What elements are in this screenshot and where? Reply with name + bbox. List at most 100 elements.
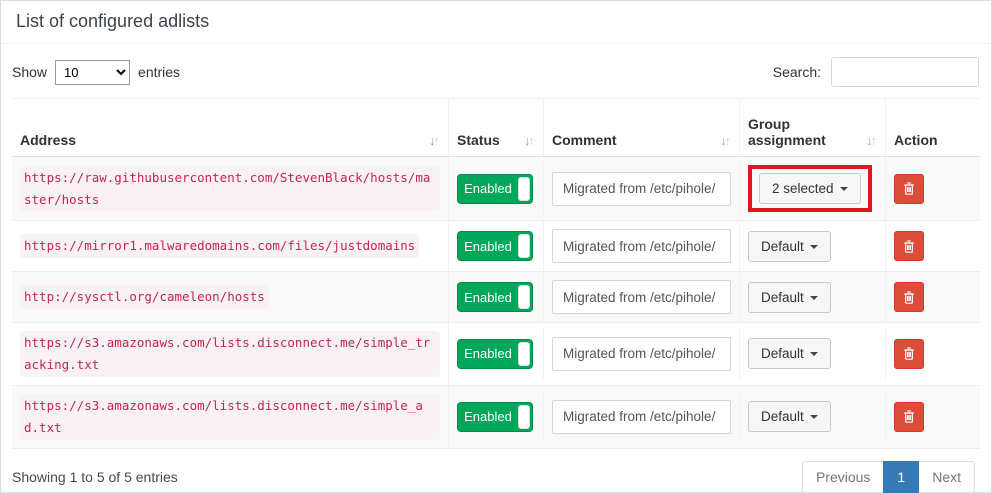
comment-input[interactable] [552,172,731,206]
status-toggle-label: Enabled [464,290,512,305]
status-toggle-label: Enabled [464,181,512,196]
table-header-row: Address ↓↑ Status ↓↑ Comment ↓↑ Group as… [12,99,980,157]
group-assignment-dropdown[interactable]: Default [748,231,831,262]
action-cell [886,272,980,322]
adlist-url: https://mirror1.malwaredomains.com/files… [20,234,419,258]
table-controls: Show 10 entries Search: [1,44,991,98]
search-label: Search: [773,64,821,80]
status-cell: Enabled [449,272,544,322]
adlist-url: https://s3.amazonaws.com/lists.disconnec… [20,331,440,377]
toggle-knob-icon [518,405,530,429]
page-number-button[interactable]: 1 [883,461,919,493]
page-length-control: Show 10 entries [12,60,180,85]
table-footer: Showing 1 to 5 of 5 entries Previous 1 N… [1,449,991,493]
column-header-status[interactable]: Status ↓↑ [449,99,544,156]
action-cell [886,392,980,442]
status-cell: Enabled [449,221,544,271]
previous-page-button[interactable]: Previous [802,461,884,493]
caret-down-icon [810,245,818,249]
status-toggle-label: Enabled [464,239,512,254]
comment-input[interactable] [552,400,731,434]
sort-icon[interactable]: ↓↑ [720,133,731,148]
toggle-knob-icon [518,342,530,366]
toggle-knob-icon [518,234,530,258]
status-toggle-label: Enabled [464,409,512,424]
column-header-action: Action [886,99,980,156]
caret-down-icon [810,352,818,356]
search-input[interactable] [831,57,979,87]
delete-adlist-button[interactable] [894,339,924,369]
column-header-address[interactable]: Address ↓↑ [12,99,449,156]
adlists-table: Address ↓↑ Status ↓↑ Comment ↓↑ Group as… [12,98,980,449]
trash-icon [902,409,916,424]
sort-icon[interactable]: ↓↑ [429,133,440,148]
adlist-row: https://raw.githubusercontent.com/Steven… [12,157,980,221]
page-size-select[interactable]: 10 [55,60,130,85]
adlist-url: http://sysctl.org/cameleon/hosts [20,285,269,309]
delete-adlist-button[interactable] [894,174,924,204]
status-toggle[interactable]: Enabled [457,339,533,369]
table-body: https://raw.githubusercontent.com/Steven… [12,157,980,449]
column-header-group-assignment[interactable]: Group assignment ↓↑ [740,99,886,156]
status-toggle[interactable]: Enabled [457,231,533,261]
column-header-comment[interactable]: Comment ↓↑ [544,99,740,156]
group-assignment-dropdown[interactable]: Default [748,401,831,432]
group-assignment-dropdown[interactable]: Default [748,338,831,369]
annotation-highlight-box: 2 selected [748,165,872,212]
group-assignment-dropdown[interactable]: Default [748,282,831,313]
comment-input[interactable] [552,337,731,371]
comment-cell [544,392,740,442]
caret-down-icon [810,415,818,419]
adlist-row: https://s3.amazonaws.com/lists.disconnec… [12,386,980,449]
comment-input[interactable] [552,280,731,314]
adlist-url: https://s3.amazonaws.com/lists.disconnec… [20,394,440,440]
action-cell [886,164,980,214]
group-assignment-cell: 2 selected [740,157,886,220]
adlist-row: http://sysctl.org/cameleon/hosts Enabled… [12,272,980,323]
next-page-button[interactable]: Next [918,461,975,493]
search-control: Search: [773,57,979,87]
status-cell: Enabled [449,329,544,379]
status-toggle-label: Enabled [464,346,512,361]
toggle-knob-icon [518,285,530,309]
entries-label: entries [138,64,180,80]
entries-summary: Showing 1 to 5 of 5 entries [12,469,178,485]
comment-cell [544,329,740,379]
status-cell: Enabled [449,392,544,442]
action-cell [886,329,980,379]
comment-cell [544,164,740,214]
toggle-knob-icon [518,177,530,201]
comment-input[interactable] [552,229,731,263]
address-cell: https://mirror1.malwaredomains.com/files… [12,221,449,271]
group-assignment-dropdown[interactable]: 2 selected [759,173,861,204]
adlists-card: List of configured adlists Show 10 entri… [0,0,992,493]
status-cell: Enabled [449,164,544,214]
status-toggle[interactable]: Enabled [457,282,533,312]
comment-cell [544,272,740,322]
comment-cell [544,221,740,271]
sort-icon[interactable]: ↓↑ [524,133,535,148]
page-title: List of configured adlists [16,11,976,32]
action-cell [886,221,980,271]
show-label: Show [12,64,47,80]
group-assignment-cell: Default [740,272,886,322]
pagination: Previous 1 Next [802,461,975,493]
delete-adlist-button[interactable] [894,282,924,312]
status-toggle[interactable]: Enabled [457,174,533,204]
status-toggle[interactable]: Enabled [457,402,533,432]
delete-adlist-button[interactable] [894,402,924,432]
adlist-url: https://raw.githubusercontent.com/Steven… [20,166,440,212]
delete-adlist-button[interactable] [894,231,924,261]
caret-down-icon [840,187,848,191]
card-header: List of configured adlists [1,1,991,44]
group-assignment-cell: Default [740,392,886,442]
group-assignment-cell: Default [740,329,886,379]
address-cell: https://s3.amazonaws.com/lists.disconnec… [12,386,449,448]
address-cell: https://s3.amazonaws.com/lists.disconnec… [12,323,449,385]
address-cell: http://sysctl.org/cameleon/hosts [12,272,449,322]
trash-icon [902,181,916,196]
adlist-row: https://mirror1.malwaredomains.com/files… [12,221,980,272]
caret-down-icon [810,296,818,300]
group-assignment-cell: Default [740,221,886,271]
sort-icon[interactable]: ↓↑ [866,133,877,148]
